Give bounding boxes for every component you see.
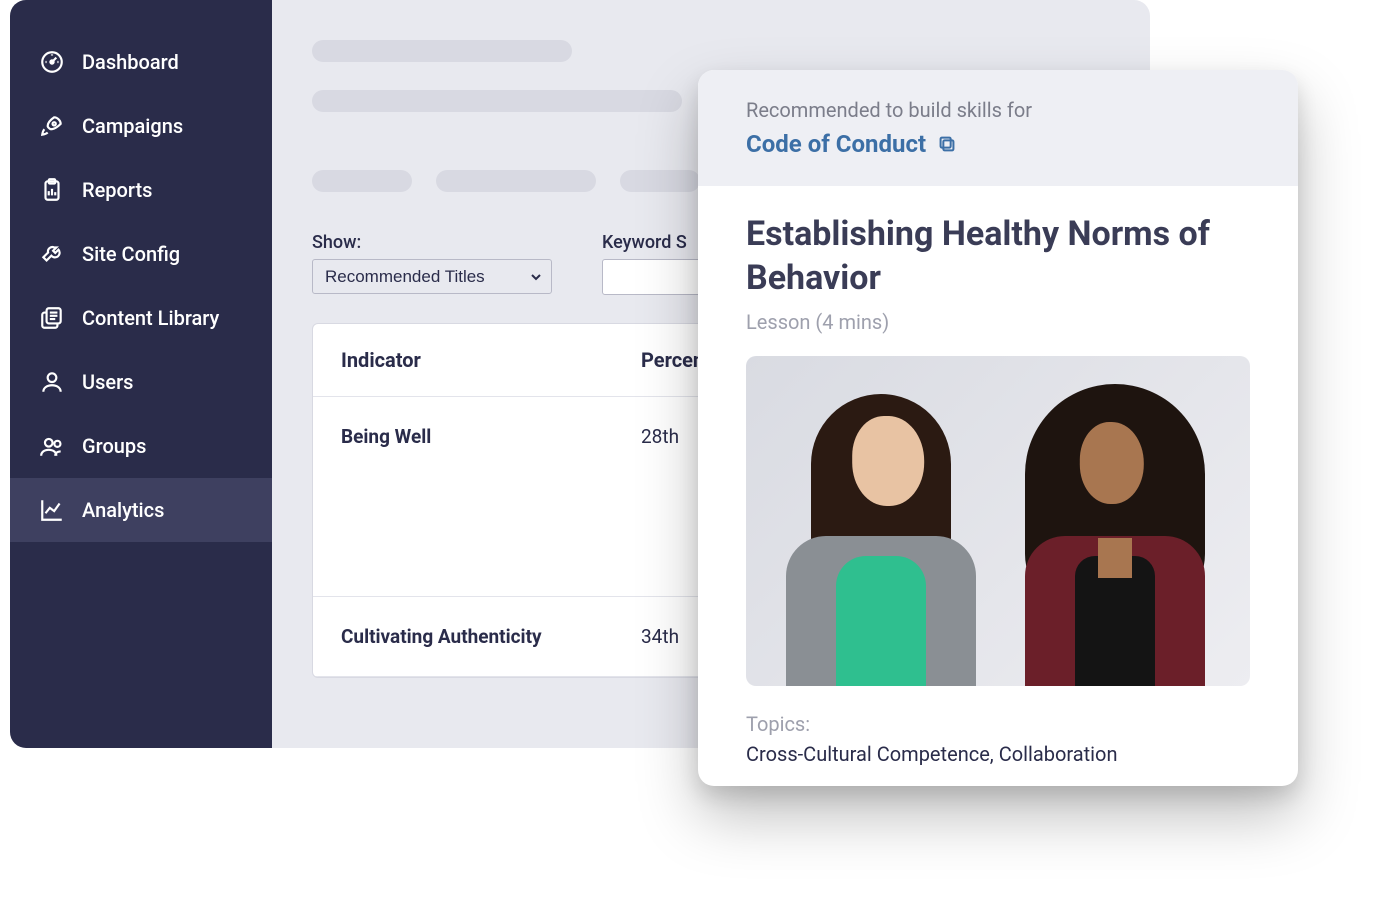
sidebar-item-label: Site Config — [82, 242, 180, 266]
lesson-meta: Lesson (4 mins) — [746, 310, 1250, 334]
skeleton-placeholder — [312, 170, 412, 192]
sidebar-item-label: Groups — [82, 434, 146, 458]
copy-icon[interactable] — [936, 133, 958, 155]
skeleton-placeholder — [312, 40, 572, 62]
sidebar-item-analytics[interactable]: Analytics — [10, 478, 272, 542]
lesson-image — [746, 356, 1250, 686]
sidebar-item-dashboard[interactable]: Dashboard — [10, 30, 272, 94]
users-icon — [38, 432, 66, 460]
card-header: Recommended to build skills for Code of … — [698, 70, 1298, 186]
skeleton-placeholder — [620, 170, 700, 192]
sidebar-item-label: Campaigns — [82, 114, 183, 138]
card-body: Establishing Healthy Norms of Behavior L… — [698, 186, 1298, 786]
library-icon — [38, 304, 66, 332]
sidebar-item-label: Content Library — [82, 306, 219, 330]
code-of-conduct-link[interactable]: Code of Conduct — [746, 130, 926, 158]
topics-value: Cross-Cultural Competence, Collaboration — [746, 742, 1250, 766]
clipboard-icon — [38, 176, 66, 204]
user-icon — [38, 368, 66, 396]
wrench-icon — [38, 240, 66, 268]
gauge-icon — [38, 48, 66, 76]
cell-indicator: Being Well — [341, 425, 641, 448]
sidebar: Dashboard Campaigns Reports — [10, 0, 272, 748]
show-select[interactable]: Recommended Titles — [312, 259, 552, 294]
skeleton-placeholder — [436, 170, 596, 192]
topics-label: Topics: — [746, 712, 1250, 736]
sidebar-item-groups[interactable]: Groups — [10, 414, 272, 478]
show-label: Show: — [312, 232, 552, 253]
analytics-icon — [38, 496, 66, 524]
recommended-text: Recommended to build skills for — [746, 98, 1250, 122]
sidebar-item-campaigns[interactable]: Campaigns — [10, 94, 272, 158]
skeleton-placeholder — [312, 90, 682, 112]
sidebar-item-label: Analytics — [82, 498, 164, 522]
recommendation-card: Recommended to build skills for Code of … — [698, 70, 1298, 786]
sidebar-item-reports[interactable]: Reports — [10, 158, 272, 222]
cell-indicator: Cultivating Authenticity — [341, 625, 641, 648]
sidebar-item-label: Reports — [82, 178, 152, 202]
sidebar-item-content-library[interactable]: Content Library — [10, 286, 272, 350]
sidebar-item-label: Dashboard — [82, 50, 179, 74]
sidebar-item-label: Users — [82, 370, 133, 394]
sidebar-item-site-config[interactable]: Site Config — [10, 222, 272, 286]
sidebar-item-users[interactable]: Users — [10, 350, 272, 414]
rocket-icon — [38, 112, 66, 140]
card-title: Establishing Healthy Norms of Behavior — [746, 212, 1250, 300]
column-header-indicator: Indicator — [341, 348, 641, 372]
